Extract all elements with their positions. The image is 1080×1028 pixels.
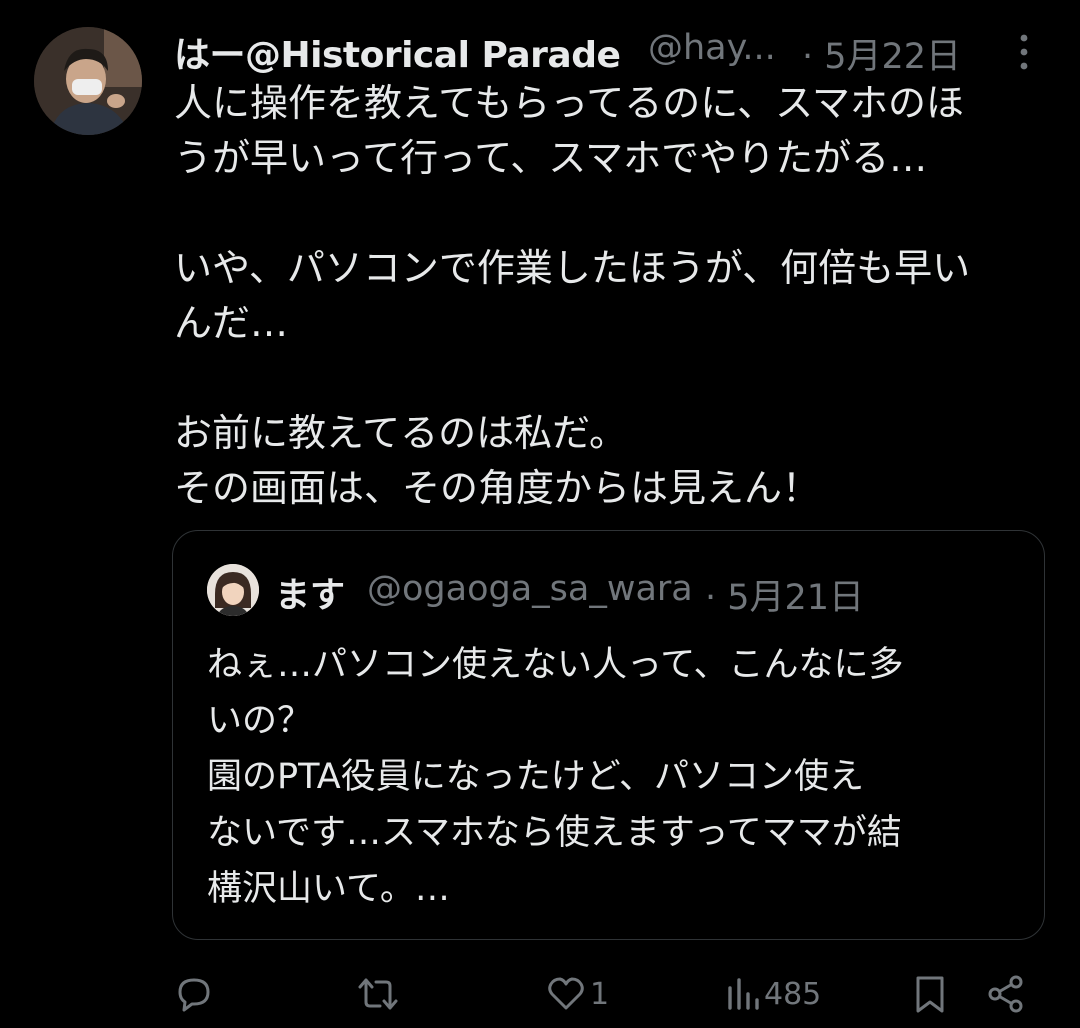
views-count: 485	[764, 976, 822, 1012]
reply-button[interactable]	[174, 966, 218, 1022]
post-text-line: んだ…	[174, 301, 289, 345]
quoted-text-line: 構沢山いて。…	[207, 869, 450, 909]
views-button[interactable]: 485	[726, 966, 821, 1022]
post-text-line	[174, 186, 1054, 241]
post-date[interactable]: · 5月22日	[802, 28, 961, 79]
post-text-line: 人に操作を教えてもらってるのに、スマホのほ	[174, 81, 965, 125]
bookmark-button[interactable]	[910, 966, 950, 1022]
post-text: 人に操作を教えてもらってるのに、スマホのほ うが早いって行って、スマホでやりたが…	[174, 76, 1054, 516]
share-button[interactable]	[986, 966, 1026, 1022]
post-text-line: うが早いって行って、スマホでやりたがる…	[174, 136, 928, 180]
like-icon	[548, 977, 584, 1010]
more-icon	[1020, 34, 1028, 70]
quoted-author-handle: @ogaoga_sa_wara	[367, 569, 693, 609]
post-header: はー@Historical Parade @hay... · 5月22日	[174, 24, 1054, 77]
post-text-line: お前に教えてるのは私だ。	[174, 411, 627, 455]
reply-icon	[178, 978, 210, 1012]
action-bar: 1 485	[0, 966, 1080, 1022]
repost-icon	[358, 978, 398, 1010]
quoted-post[interactable]: ます @ogaoga_sa_wara · 5月21日 ねぇ…パソコン使えない人っ…	[172, 530, 1045, 940]
bookmark-icon	[916, 976, 944, 1013]
quoted-author-name: ます	[275, 576, 346, 616]
more-button[interactable]	[1004, 28, 1044, 72]
share-icon	[988, 975, 1023, 1013]
quoted-text-line: いの？	[207, 701, 313, 741]
quoted-post-date: · 5月21日	[705, 578, 865, 618]
author-name[interactable]: はー@Historical Parade	[174, 26, 621, 78]
author-handle[interactable]: @hay...	[648, 28, 776, 68]
post-text-line	[174, 351, 1054, 406]
post-text-line: その画面は、その角度からは見えん！	[174, 466, 821, 510]
quoted-text-line: ねぇ…パソコン使えない人って、こんなに多	[207, 645, 904, 685]
quoted-author-avatar	[207, 564, 259, 616]
quoted-text-line: ないです…スマホなら使えますってママが結	[207, 813, 902, 853]
views-icon	[728, 978, 759, 1010]
quoted-post-text: ねぇ…パソコン使えない人って、こんなに多 いの？ 園のPTA役員になったけど、パ…	[207, 637, 1027, 917]
post-text-line: いや、パソコンで作業したほうが、何倍も早い	[174, 246, 971, 290]
like-button[interactable]: 1	[546, 966, 609, 1022]
quoted-text-line: 園のPTA役員になったけど、パソコン使え	[207, 757, 864, 797]
repost-button[interactable]	[356, 966, 404, 1022]
like-count: 1	[590, 976, 610, 1012]
author-avatar[interactable]	[34, 27, 142, 135]
